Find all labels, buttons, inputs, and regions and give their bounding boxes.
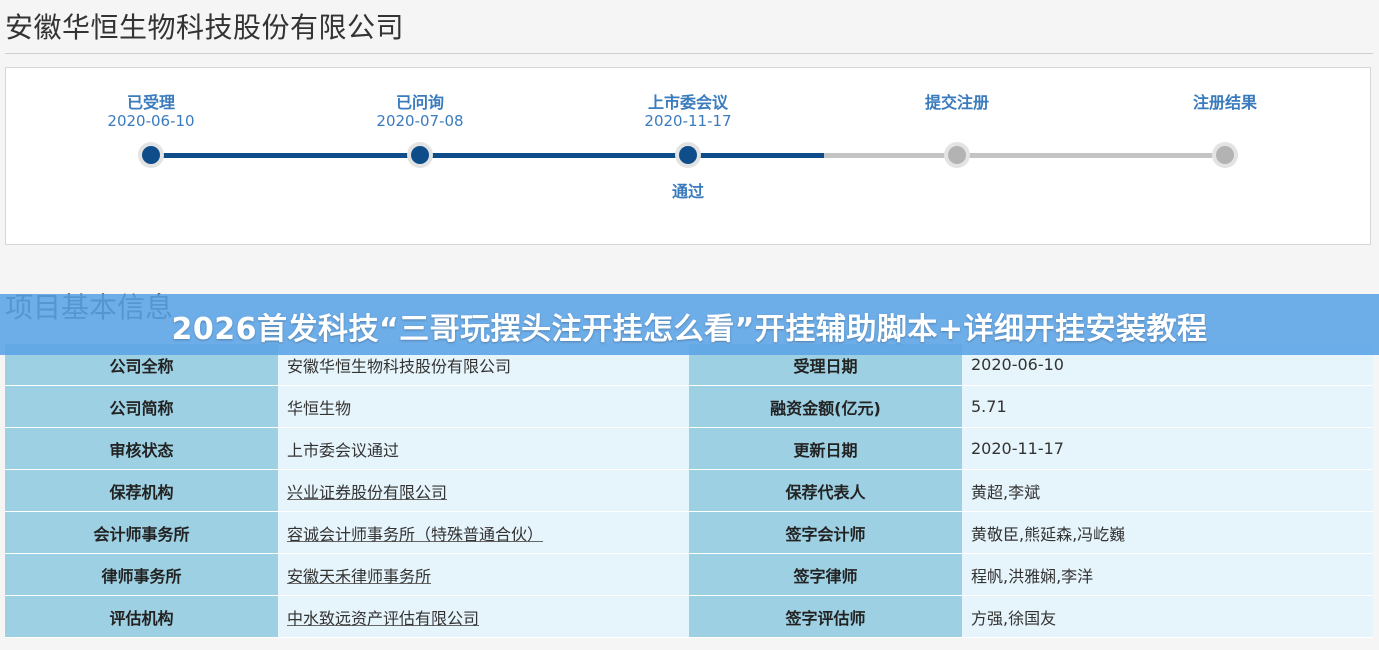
step-date: 2020-11-17 (644, 112, 732, 130)
title-divider (5, 53, 1373, 54)
overlay-banner: 2026首发科技“三哥玩摆头注开挂怎么看”开挂辅助脚本+详细开挂安装教程 (0, 294, 1379, 355)
accounting-firm-link[interactable]: 容诚会计师事务所（特殊普通合伙） (287, 525, 543, 544)
step-date: 2020-07-08 (376, 112, 464, 130)
appraisal-firm-link[interactable]: 中水致远资产评估有限公司 (287, 609, 479, 628)
table-row: 公司简称 华恒生物 融资金额(亿元) 5.71 (5, 385, 1373, 428)
progress-panel: 已受理 2020-06-10 已问询 2020-07-08 上市委会议 2020… (5, 67, 1371, 245)
table-row: 保荐机构 兴业证券股份有限公司 保荐代表人 黄超,李斌 (5, 469, 1373, 512)
company-title: 安徽华恒生物科技股份有限公司 (5, 11, 405, 44)
field-value: 华恒生物 (278, 385, 689, 428)
banner-text: 2026首发科技“三哥玩摆头注开挂怎么看”开挂辅助脚本+详细开挂安装教程 (171, 312, 1208, 347)
field-label: 保荐机构 (5, 469, 278, 512)
field-value: 5.71 (962, 385, 1373, 428)
field-label: 更新日期 (689, 427, 962, 470)
field-label: 评估机构 (5, 595, 278, 638)
field-value: 程帆,洪雅娴,李洋 (962, 553, 1373, 596)
field-label: 签字律师 (689, 553, 962, 596)
step-result: 通过 (671, 182, 704, 201)
step-dot-complete (679, 146, 697, 164)
field-label: 签字评估师 (689, 595, 962, 638)
field-label: 保荐代表人 (689, 469, 962, 512)
table-row: 会计师事务所 容诚会计师事务所（特殊普通合伙） 签字会计师 黄敬臣,熊延森,冯屹… (5, 511, 1373, 554)
project-info-table: 公司全称 安徽华恒生物科技股份有限公司 受理日期 2020-06-10 公司简称… (5, 344, 1373, 638)
field-label: 审核状态 (5, 427, 278, 470)
law-firm-link[interactable]: 安徽天禾律师事务所 (287, 567, 431, 586)
progress-track-completed (151, 153, 824, 158)
field-label: 签字会计师 (689, 511, 962, 554)
table-row: 审核状态 上市委会议通过 更新日期 2020-11-17 (5, 427, 1373, 470)
field-value: 黄超,李斌 (962, 469, 1373, 512)
field-value: 黄敬臣,熊延森,冯屹巍 (962, 511, 1373, 554)
field-label: 融资金额(亿元) (689, 385, 962, 428)
step-dot-pending (948, 146, 966, 164)
field-label: 公司简称 (5, 385, 278, 428)
step-dot-pending (1216, 146, 1234, 164)
field-label: 律师事务所 (5, 553, 278, 596)
field-value: 2020-11-17 (962, 427, 1373, 470)
table-row: 评估机构 中水致远资产评估有限公司 签字评估师 方强,徐国友 (5, 595, 1373, 638)
field-label: 会计师事务所 (5, 511, 278, 554)
step-label: 已受理 (126, 93, 175, 112)
table-row: 律师事务所 安徽天禾律师事务所 签字律师 程帆,洪雅娴,李洋 (5, 553, 1373, 596)
step-label: 已问询 (395, 93, 444, 112)
step-label: 上市委会议 (647, 93, 728, 112)
field-value: 方强,徐国友 (962, 595, 1373, 638)
step-dot-complete (142, 146, 160, 164)
step-label: 注册结果 (1192, 93, 1257, 112)
sponsor-link[interactable]: 兴业证券股份有限公司 (287, 483, 447, 502)
field-value: 上市委会议通过 (278, 427, 689, 470)
step-label: 提交注册 (924, 93, 989, 112)
step-dot-complete (411, 146, 429, 164)
step-date: 2020-06-10 (107, 112, 195, 130)
